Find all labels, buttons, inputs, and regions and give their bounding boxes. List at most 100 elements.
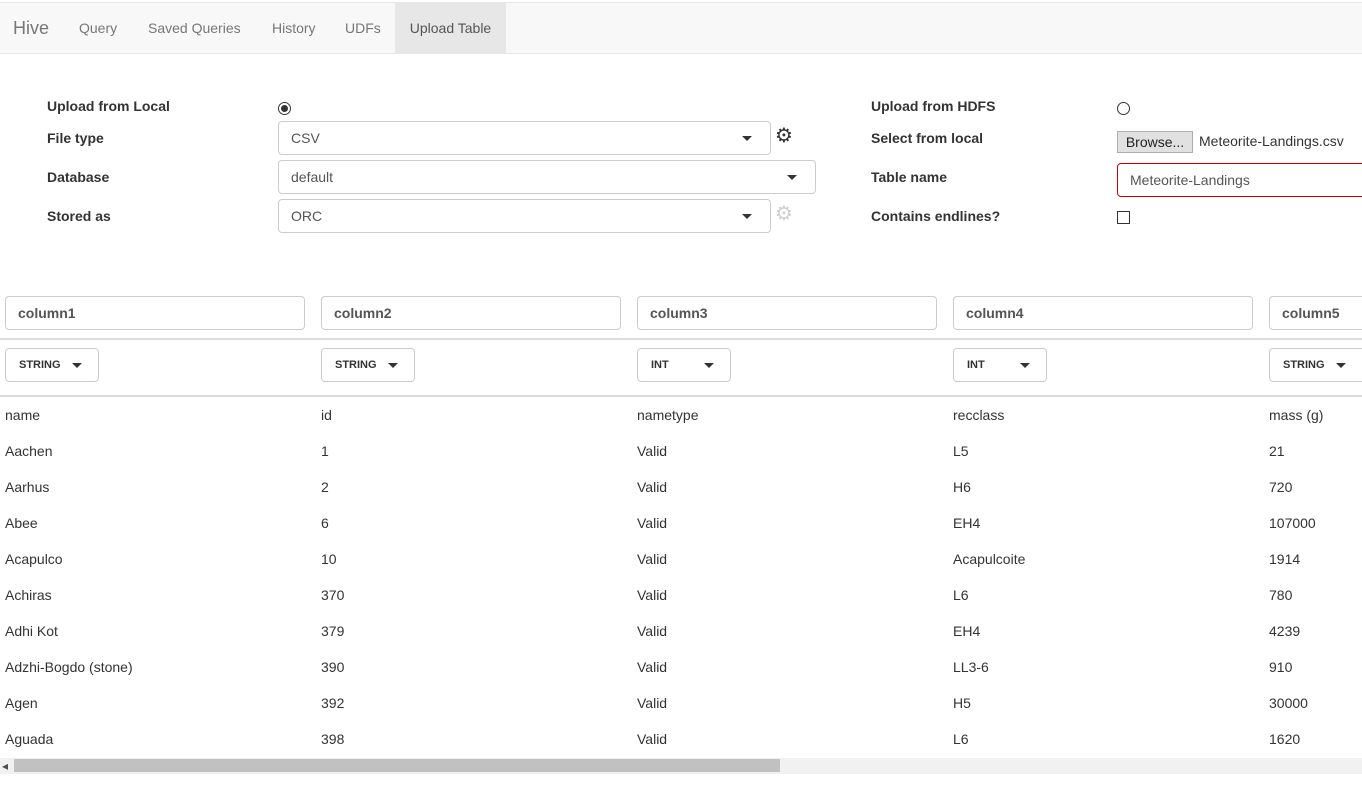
caret-down-icon xyxy=(704,363,714,368)
preview-cell: H5 xyxy=(953,695,971,711)
preview-cell: L6 xyxy=(953,587,969,603)
tab-query[interactable]: Query xyxy=(79,3,117,53)
brand-logo[interactable]: Hive xyxy=(13,18,49,39)
endlines-checkbox[interactable] xyxy=(1117,211,1130,224)
column-type-value: STRING xyxy=(1283,359,1325,371)
column-name-value: column4 xyxy=(966,305,1024,321)
preview-cell: Abee xyxy=(5,515,38,531)
column-type-value: STRING xyxy=(19,359,61,371)
preview-cell: 2 xyxy=(321,479,329,495)
preview-cell: 390 xyxy=(321,659,345,675)
column-name-value: column1 xyxy=(18,305,76,321)
divider xyxy=(0,338,1362,340)
chevron-down-icon xyxy=(787,175,797,180)
database-value: default xyxy=(291,169,334,185)
preview-cell: Adzhi-Bogdo (stone) xyxy=(5,659,133,675)
tab-upload-table[interactable]: Upload Table xyxy=(395,3,506,53)
table-name-label: Table name xyxy=(871,169,947,185)
preview-cell: 398 xyxy=(321,731,345,747)
column-type-value: INT xyxy=(967,359,985,371)
table-name-value: Meteorite-Landings xyxy=(1130,172,1250,188)
preview-cell: 1620 xyxy=(1269,731,1301,747)
preview-cell: LL3-6 xyxy=(953,659,989,675)
preview-cell: Valid xyxy=(637,479,668,495)
caret-down-icon xyxy=(388,363,398,368)
preview-header-cell: id xyxy=(321,407,332,423)
column-name-input[interactable]: column3 xyxy=(637,296,937,330)
preview-cell: 910 xyxy=(1269,659,1293,675)
preview-cell: 6 xyxy=(321,515,329,531)
column-name-value: column3 xyxy=(650,305,708,321)
gear-icon: ⚙ xyxy=(775,203,793,225)
select-local-label: Select from local xyxy=(871,130,984,146)
column-name-input[interactable]: column5 xyxy=(1269,296,1362,330)
preview-cell: Acapulcoite xyxy=(953,551,1026,567)
upload-hdfs-label: Upload from HDFS xyxy=(871,98,996,114)
column-name-input[interactable]: column4 xyxy=(953,296,1253,330)
tab-history[interactable]: History xyxy=(272,3,316,53)
preview-cell: Aarhus xyxy=(5,479,50,495)
preview-cell: Valid xyxy=(637,587,668,603)
file-type-value: CSV xyxy=(291,130,320,146)
caret-down-icon xyxy=(1020,363,1030,368)
selected-file-name: Meteorite-Landings.csv xyxy=(1199,133,1344,149)
horizontal-scrollbar[interactable]: ◂ xyxy=(0,758,1362,774)
gear-icon[interactable]: ⚙ xyxy=(775,126,793,146)
preview-cell: Valid xyxy=(637,443,668,459)
preview-cell: Adhi Kot xyxy=(5,623,58,639)
preview-cell: L5 xyxy=(953,443,969,459)
upload-hdfs-radio[interactable] xyxy=(1117,102,1130,115)
chevron-down-icon xyxy=(742,136,752,141)
column-type-dropdown[interactable]: STRING xyxy=(321,348,415,382)
caret-down-icon xyxy=(1336,363,1346,368)
preview-header-cell: name xyxy=(5,407,41,423)
preview-cell: Agen xyxy=(5,695,38,711)
tab-udfs[interactable]: UDFs xyxy=(345,3,381,53)
upload-local-radio[interactable] xyxy=(278,102,291,115)
chevron-down-icon xyxy=(742,214,752,219)
browse-button[interactable]: Browse... xyxy=(1117,131,1193,153)
preview-cell: 107000 xyxy=(1269,515,1316,531)
column-name-input[interactable]: column1 xyxy=(5,296,305,330)
preview-cell: Valid xyxy=(637,731,668,747)
top-navbar: Hive Query Saved Queries History UDFs Up… xyxy=(0,2,1362,54)
file-type-label: File type xyxy=(47,130,104,146)
preview-cell: Valid xyxy=(637,695,668,711)
preview-cell: 370 xyxy=(321,587,345,603)
preview-header-cell: mass (g) xyxy=(1269,407,1324,423)
stored-as-value: ORC xyxy=(291,208,323,224)
table-name-input[interactable]: Meteorite-Landings xyxy=(1117,163,1362,197)
tab-saved-queries[interactable]: Saved Queries xyxy=(148,3,241,53)
column-type-dropdown[interactable]: STRING xyxy=(5,348,99,382)
preview-cell: 780 xyxy=(1269,587,1293,603)
column-name-input[interactable]: column2 xyxy=(321,296,621,330)
preview-cell: Valid xyxy=(637,659,668,675)
scrollbar-thumb[interactable] xyxy=(14,759,780,772)
preview-cell: L6 xyxy=(953,731,969,747)
preview-cell: 21 xyxy=(1269,443,1285,459)
column-type-dropdown[interactable]: INT xyxy=(953,348,1047,382)
preview-header-cell: recclass xyxy=(953,407,1005,423)
arrow-left-icon[interactable]: ◂ xyxy=(2,758,8,774)
preview-cell: 4239 xyxy=(1269,623,1301,639)
preview-cell: 10 xyxy=(321,551,337,567)
stored-as-select[interactable]: ORC xyxy=(278,199,771,233)
column-type-dropdown[interactable]: STRING xyxy=(1269,348,1362,382)
preview-cell: 1 xyxy=(321,443,329,459)
file-type-select[interactable]: CSV xyxy=(278,121,771,155)
stored-as-label: Stored as xyxy=(47,208,111,224)
preview-cell: 379 xyxy=(321,623,345,639)
column-name-value: column5 xyxy=(1282,305,1340,321)
upload-local-label: Upload from Local xyxy=(47,98,170,114)
preview-cell: Aachen xyxy=(5,443,53,459)
preview-cell: Valid xyxy=(637,551,668,567)
column-type-dropdown[interactable]: INT xyxy=(637,348,731,382)
preview-cell: 720 xyxy=(1269,479,1293,495)
divider xyxy=(0,395,1362,397)
preview-cell: Acapulco xyxy=(5,551,63,567)
endlines-label: Contains endlines? xyxy=(871,208,1001,224)
preview-cell: Valid xyxy=(637,515,668,531)
preview-cell: EH4 xyxy=(953,515,981,531)
database-select[interactable]: default xyxy=(278,160,816,194)
preview-cell: Valid xyxy=(637,623,668,639)
